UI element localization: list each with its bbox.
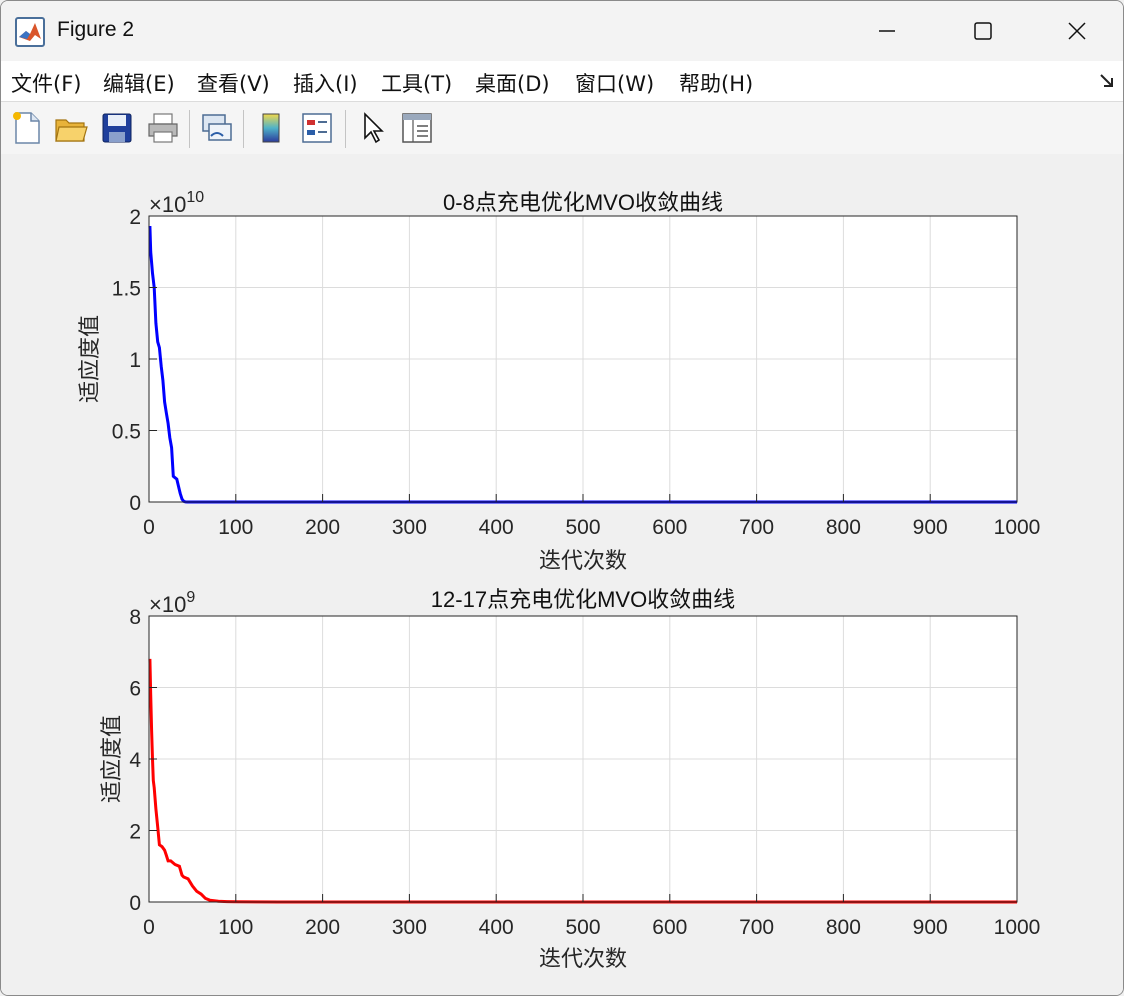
x-tick-label: 900 [913, 516, 948, 539]
y-tick-label: 0 [129, 492, 141, 515]
dock-arrow-icon[interactable] [1099, 73, 1115, 89]
y-tick-label: 1 [129, 349, 141, 372]
menu-insert[interactable]: 插入(I) [293, 68, 358, 98]
x-axis-label: 迭代次数 [539, 548, 627, 573]
menu-view[interactable]: 查看(V) [197, 68, 270, 98]
toolbar-separator [345, 110, 346, 148]
print-icon[interactable] [145, 110, 181, 146]
x-tick-label: 400 [479, 916, 514, 939]
toolbar-separator [243, 110, 244, 148]
toolbar [1, 101, 1123, 155]
title-bar[interactable]: Figure 2 [1, 1, 1123, 61]
x-tick-label: 1000 [994, 516, 1041, 539]
x-tick-label: 600 [652, 516, 687, 539]
legend-icon[interactable] [299, 110, 335, 146]
y-tick-label: 2 [129, 821, 141, 844]
x-axis-label: 迭代次数 [539, 946, 627, 971]
x-tick-label: 900 [913, 916, 948, 939]
x-tick-label: 600 [652, 916, 687, 939]
x-tick-label: 800 [826, 916, 861, 939]
property-inspector-icon[interactable] [399, 110, 435, 146]
menu-help[interactable]: 帮助(H) [679, 68, 753, 98]
y-tick-label: 2 [129, 206, 141, 229]
maximize-icon [974, 22, 992, 40]
y-axis-label: 适应度值 [99, 715, 124, 803]
menu-tools[interactable]: 工具(T) [381, 68, 452, 98]
matlab-icon [15, 17, 45, 47]
axes-bottom[interactable]: 0 100 200 300 400 500 600 700 800 900 1000 0 2 4 6 8 1… [99, 587, 1040, 971]
x-tick-label: 200 [305, 516, 340, 539]
y-tick-label: 8 [129, 606, 141, 629]
x-tick-label: 200 [305, 916, 340, 939]
menu-edit[interactable]: 编辑(E) [103, 68, 175, 98]
menu-bar: 文件(F) 编辑(E) 查看(V) 插入(I) 工具(T) 桌面(D) 窗口(W… [1, 61, 1123, 101]
y-tick-label: 0.5 [112, 421, 141, 444]
new-figure-icon[interactable] [9, 110, 45, 146]
chart-title: 12-17点充电优化MVO收敛曲线 [431, 587, 735, 612]
x-tick-label: 0 [143, 916, 155, 939]
figure-svg: 0 100 200 300 400 500 600 700 800 900 1000 00.511.… [77, 189, 1040, 971]
x-tick-label: 400 [479, 516, 514, 539]
open-file-icon[interactable] [53, 110, 89, 146]
y-tick-label: 1.5 [112, 278, 141, 301]
close-icon [1068, 22, 1086, 40]
toolbar-separator [189, 110, 190, 148]
x-tick-label: 700 [739, 916, 774, 939]
y-axis-label: 适应度值 [77, 315, 102, 403]
figure-canvas: 0 100 200 300 400 500 600 700 800 900 1000 0 0.5 1 1.… [1, 154, 1123, 995]
colorbar-icon[interactable] [253, 110, 289, 146]
x-tick-label: 500 [565, 516, 600, 539]
x-tick-label: 700 [739, 516, 774, 539]
menu-file[interactable]: 文件(F) [11, 68, 81, 98]
save-icon[interactable] [99, 110, 135, 146]
minimize-button[interactable] [847, 11, 927, 51]
x-tick-label: 800 [826, 516, 861, 539]
chart-title: 0-8点充电优化MVO收敛曲线 [443, 190, 723, 215]
close-button[interactable] [1037, 11, 1117, 51]
y-tick-label: 6 [129, 678, 141, 701]
link-plot-icon[interactable] [199, 110, 235, 146]
y-exponent-label: ×109 [149, 589, 195, 617]
menu-window[interactable]: 窗口(W) [575, 68, 654, 98]
minimize-icon [879, 30, 895, 32]
x-tick-label: 100 [218, 916, 253, 939]
x-tick-label: 500 [565, 916, 600, 939]
x-tick-label: 300 [392, 516, 427, 539]
y-tick-label: 4 [129, 749, 141, 772]
x-tick-label: 100 [218, 516, 253, 539]
figure-window: Figure 2 文件(F) 编辑(E) 查看(V) 插入(I) 工具(T) 桌… [0, 0, 1124, 996]
x-tick-label: 0 [143, 516, 155, 539]
axes-top[interactable]: 0 100 200 300 400 500 600 700 800 900 1000 0 0.5 1 1.… [77, 189, 1040, 573]
menu-desktop[interactable]: 桌面(D) [475, 68, 550, 98]
maximize-button[interactable] [943, 11, 1023, 51]
window-title: Figure 2 [57, 18, 135, 41]
y-exponent-label: ×1010 [149, 189, 204, 217]
y-tick-label: 0 [129, 892, 141, 915]
x-tick-label: 300 [392, 916, 427, 939]
pointer-icon[interactable] [355, 110, 391, 146]
x-tick-label: 1000 [994, 916, 1041, 939]
